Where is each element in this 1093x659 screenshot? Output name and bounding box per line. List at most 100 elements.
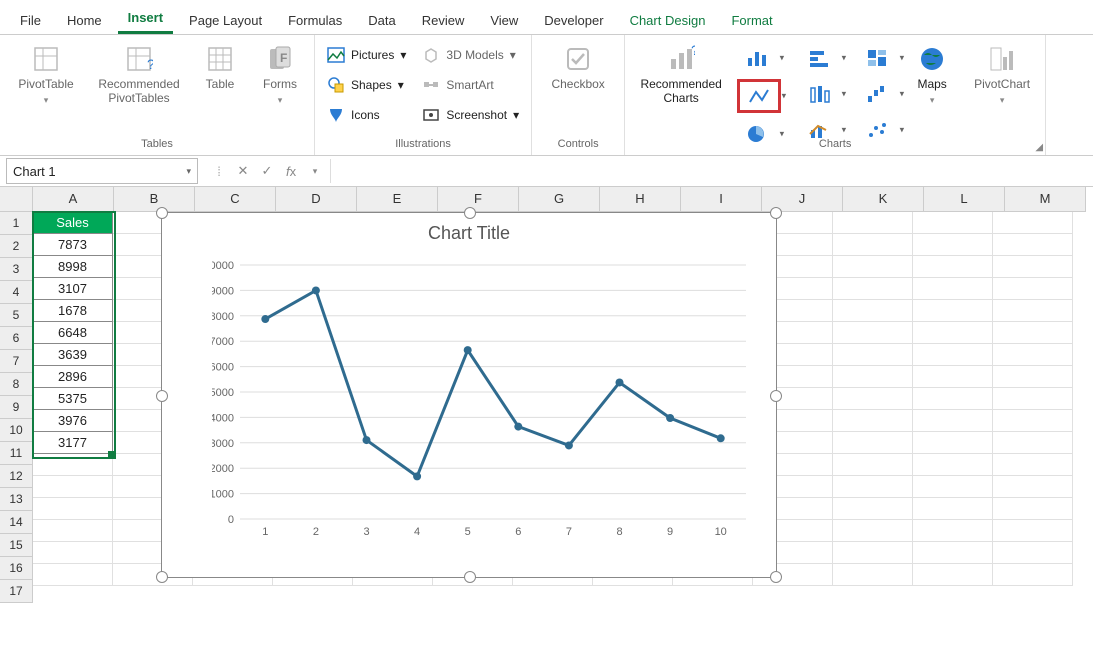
resize-handle[interactable] xyxy=(770,207,782,219)
cell[interactable] xyxy=(993,256,1073,278)
icons-button[interactable]: Icons xyxy=(323,103,410,127)
cell[interactable] xyxy=(913,388,993,410)
row-header[interactable]: 7 xyxy=(0,350,33,373)
cell[interactable] xyxy=(833,476,913,498)
cell[interactable] xyxy=(833,410,913,432)
cell[interactable] xyxy=(913,300,993,322)
cell[interactable] xyxy=(993,300,1073,322)
cell[interactable]: 7873 xyxy=(33,234,113,256)
pivot-chart-button[interactable]: PivotChart ▾ xyxy=(967,39,1037,111)
combo-chart-button[interactable]: ▾ xyxy=(799,115,839,145)
row-header[interactable]: 12 xyxy=(0,465,33,488)
tab-review[interactable]: Review xyxy=(412,7,475,34)
checkbox-button[interactable]: Checkbox xyxy=(540,39,616,95)
row-header[interactable]: 5 xyxy=(0,304,33,327)
hierarchy-chart-button[interactable]: ▾ xyxy=(857,43,897,73)
resize-handle[interactable] xyxy=(156,571,168,583)
cell[interactable]: 1678 xyxy=(33,300,113,322)
column-header[interactable]: L xyxy=(924,187,1005,212)
cell[interactable] xyxy=(33,542,113,564)
cell[interactable] xyxy=(913,520,993,542)
cell[interactable] xyxy=(833,344,913,366)
screenshot-button[interactable]: Screenshot ▾ xyxy=(418,103,523,127)
column-header[interactable]: D xyxy=(276,187,357,212)
tab-insert[interactable]: Insert xyxy=(118,4,173,34)
cell[interactable] xyxy=(913,564,993,586)
cell[interactable]: 2896 xyxy=(33,366,113,388)
scatter-chart-button[interactable]: ▾ xyxy=(857,115,897,145)
cell[interactable] xyxy=(833,520,913,542)
column-header[interactable]: A xyxy=(33,187,114,212)
cell[interactable] xyxy=(913,212,993,234)
cell[interactable] xyxy=(833,542,913,564)
tab-formulas[interactable]: Formulas xyxy=(278,7,352,34)
cell[interactable] xyxy=(913,366,993,388)
statistic-chart-button[interactable]: ▾ xyxy=(799,79,839,109)
cell[interactable] xyxy=(913,454,993,476)
column-header[interactable]: C xyxy=(195,187,276,212)
column-header[interactable]: E xyxy=(357,187,438,212)
cell[interactable] xyxy=(993,212,1073,234)
cell[interactable] xyxy=(913,344,993,366)
cell[interactable] xyxy=(33,454,113,476)
cell[interactable] xyxy=(993,234,1073,256)
row-header[interactable]: 3 xyxy=(0,258,33,281)
cell[interactable] xyxy=(913,234,993,256)
table-button[interactable]: Table xyxy=(194,39,246,95)
cell[interactable]: 8998 xyxy=(33,256,113,278)
cell[interactable]: 3976 xyxy=(33,410,113,432)
shapes-button[interactable]: Shapes ▾ xyxy=(323,73,410,97)
cell[interactable] xyxy=(33,520,113,542)
recommended-pivot-button[interactable]: ? Recommended PivotTables xyxy=(92,39,186,109)
forms-button[interactable]: F Forms ▾ xyxy=(254,39,306,111)
cell[interactable] xyxy=(913,498,993,520)
cell[interactable] xyxy=(913,476,993,498)
recommended-charts-button[interactable]: ? Recommended Charts xyxy=(633,39,729,109)
resize-handle[interactable] xyxy=(464,207,476,219)
pictures-button[interactable]: Pictures ▾ xyxy=(323,43,410,67)
cell[interactable] xyxy=(833,256,913,278)
select-all-corner[interactable] xyxy=(0,187,33,212)
cell[interactable]: 5375 xyxy=(33,388,113,410)
chevron-down-icon[interactable]: ▾ xyxy=(306,166,324,177)
column-header[interactable]: H xyxy=(600,187,681,212)
row-header[interactable]: 16 xyxy=(0,557,33,580)
cell[interactable] xyxy=(993,278,1073,300)
cell[interactable] xyxy=(993,454,1073,476)
cell[interactable]: 6648 xyxy=(33,322,113,344)
column-chart-button[interactable]: ▾ xyxy=(737,43,777,73)
tab-view[interactable]: View xyxy=(480,7,528,34)
cell[interactable] xyxy=(833,278,913,300)
cell[interactable] xyxy=(913,410,993,432)
grid-body[interactable]: Sales78738998310716786648363928965375397… xyxy=(33,212,1093,586)
cell[interactable] xyxy=(833,300,913,322)
smartart-button[interactable]: SmartArt xyxy=(418,73,523,97)
pivot-table-button[interactable]: PivotTable ▾ xyxy=(8,39,84,111)
cell[interactable] xyxy=(33,498,113,520)
resize-handle[interactable] xyxy=(156,390,168,402)
row-header[interactable]: 4 xyxy=(0,281,33,304)
row-header[interactable]: 9 xyxy=(0,396,33,419)
cell[interactable] xyxy=(913,432,993,454)
cell[interactable] xyxy=(913,256,993,278)
cell[interactable] xyxy=(833,212,913,234)
cell[interactable] xyxy=(913,278,993,300)
cell[interactable] xyxy=(833,322,913,344)
line-chart-button[interactable]: ▾ xyxy=(737,79,781,113)
row-header[interactable]: 6 xyxy=(0,327,33,350)
row-header[interactable]: 14 xyxy=(0,511,33,534)
cell[interactable] xyxy=(33,564,113,586)
cell[interactable] xyxy=(33,476,113,498)
cell[interactable]: 3107 xyxy=(33,278,113,300)
resize-handle[interactable] xyxy=(464,571,476,583)
cell[interactable]: 3177 xyxy=(33,432,113,454)
cell[interactable]: Sales xyxy=(33,212,113,234)
formula-input[interactable] xyxy=(330,159,1093,183)
bar-chart-button[interactable]: ▾ xyxy=(799,43,839,73)
column-header[interactable]: B xyxy=(114,187,195,212)
tab-developer[interactable]: Developer xyxy=(534,7,613,34)
waterfall-chart-button[interactable]: ▾ xyxy=(857,79,897,109)
name-box[interactable]: Chart 1 ▾ xyxy=(6,158,198,184)
embedded-chart[interactable]: Chart Title 0100020003000400050006000700… xyxy=(161,212,777,578)
tab-file[interactable]: File xyxy=(10,7,51,34)
